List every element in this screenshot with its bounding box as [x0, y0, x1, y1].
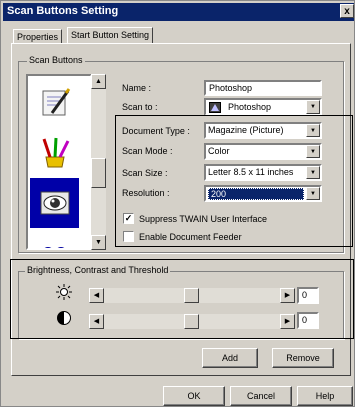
list-item[interactable]: [30, 178, 79, 228]
window-title: Scan Buttons Setting: [7, 5, 119, 17]
scan-buttons-group-label: Scan Buttons: [27, 55, 85, 65]
highlight-outline: [115, 115, 353, 247]
paint-brushes-icon: [42, 137, 69, 168]
title-bar: Scan Buttons Setting x: [3, 3, 354, 21]
name-label: Name :: [122, 83, 152, 93]
tab-properties[interactable]: Properties: [13, 29, 63, 44]
tab-start-button-setting[interactable]: Start Button Setting: [67, 27, 154, 44]
scan-to-label: Scan to :: [122, 102, 158, 112]
list-item[interactable]: [30, 79, 79, 125]
document-pen-icon: [42, 88, 70, 116]
list-item[interactable]: [30, 129, 79, 175]
scan-buttons-list[interactable]: [26, 74, 92, 250]
name-input[interactable]: Photoshop: [204, 80, 322, 96]
ok-button[interactable]: OK: [163, 386, 225, 406]
scan-to-value: Photoshop: [228, 102, 272, 112]
eye-icon: [40, 191, 69, 215]
help-button[interactable]: Help: [297, 386, 353, 406]
scroll-up-icon[interactable]: ▲: [91, 74, 106, 89]
highlight-outline: [10, 259, 354, 339]
close-icon[interactable]: x: [340, 4, 354, 18]
list-scrollbar[interactable]: ▲ ▼: [91, 74, 106, 250]
dialog-window: Scan Buttons Setting x Properties Start …: [0, 0, 355, 407]
chevron-down-icon[interactable]: ▼: [306, 100, 320, 114]
list-item[interactable]: [30, 232, 79, 248]
scan-to-select[interactable]: Photoshop ▼: [204, 98, 322, 116]
glasses-icon: [44, 247, 64, 248]
remove-button[interactable]: Remove: [272, 348, 334, 368]
photoshop-app-icon: [209, 102, 221, 113]
scroll-thumb[interactable]: [91, 158, 106, 188]
scroll-down-icon[interactable]: ▼: [91, 235, 106, 250]
add-button[interactable]: Add: [202, 348, 258, 368]
cancel-button[interactable]: Cancel: [230, 386, 292, 406]
